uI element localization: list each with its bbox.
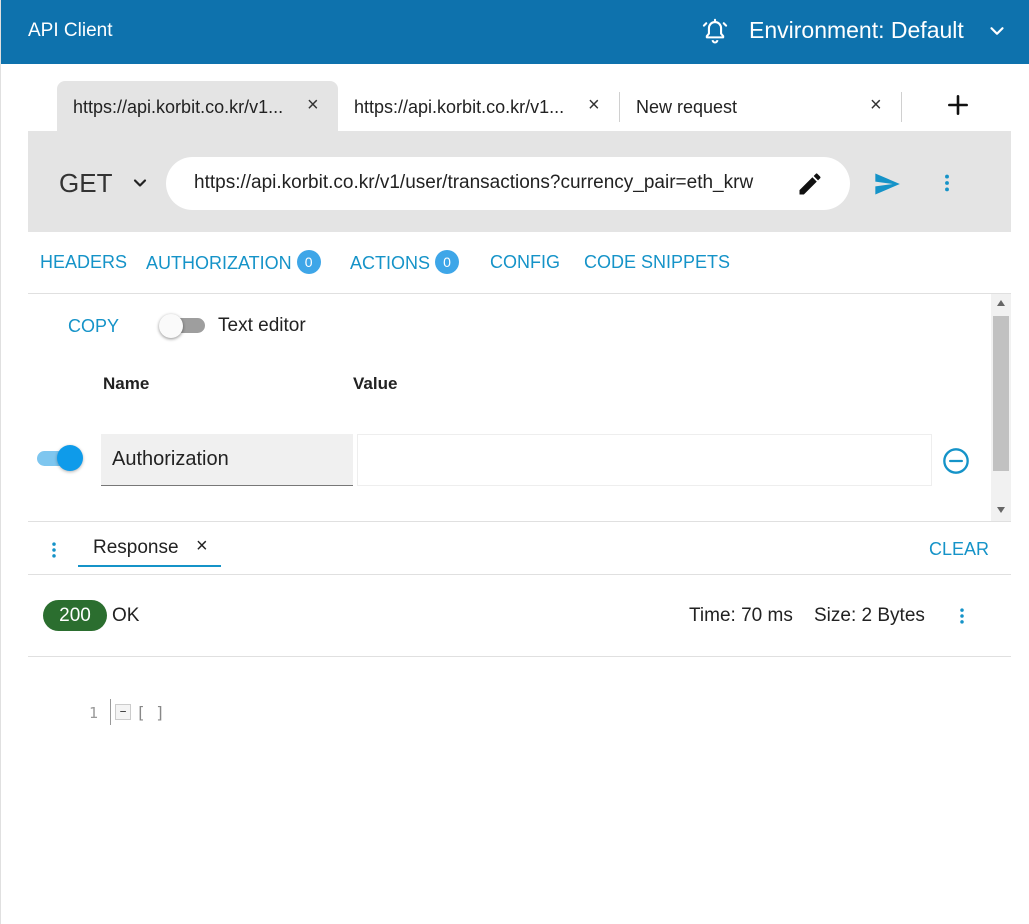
copy-button[interactable]: COPY <box>68 316 119 337</box>
request-tabs: https://api.korbit.co.kr/v1... × https:/… <box>1 64 1029 131</box>
more-vert-icon[interactable] <box>44 538 64 562</box>
tab-code-snippets-label: CODE SNIPPETS <box>584 252 731 272</box>
chevron-down-icon[interactable] <box>986 20 1008 42</box>
response-body-text: [ ] <box>136 703 165 722</box>
scrollbar-thumb[interactable] <box>993 316 1009 471</box>
pencil-icon[interactable] <box>796 170 824 198</box>
response-tabs-bar: Response × CLEAR <box>28 521 1011 575</box>
scroll-up-arrow-icon[interactable] <box>995 298 1007 308</box>
status-text: OK <box>112 605 140 626</box>
header-name-input[interactable] <box>101 434 353 486</box>
status-badge: 200 <box>43 600 107 631</box>
send-icon[interactable] <box>873 170 901 198</box>
toggle-knob <box>57 445 83 471</box>
tab-code-snippets[interactable]: CODE SNIPPETS <box>584 252 730 273</box>
clear-button[interactable]: CLEAR <box>929 539 989 560</box>
request-tab-1[interactable]: https://api.korbit.co.kr/v1... × <box>57 81 338 131</box>
request-tab-label: https://api.korbit.co.kr/v1... <box>73 97 284 117</box>
tab-config[interactable]: CONFIG <box>490 252 560 273</box>
top-app-bar: API Client Environment: Default <box>1 0 1029 64</box>
tab-actions[interactable]: ACTIONS 0 <box>350 250 460 276</box>
response-body-viewer[interactable]: 1 − [ ] <box>28 657 1011 924</box>
request-tab-label: https://api.korbit.co.kr/v1... <box>354 97 565 117</box>
text-editor-label: Text editor <box>218 315 306 336</box>
toggle-knob <box>159 314 183 338</box>
more-vert-icon[interactable] <box>936 171 958 195</box>
environment-selector[interactable]: Environment: Default <box>749 17 964 44</box>
tab-authorization-label: AUTHORIZATION <box>146 252 292 273</box>
scroll-down-arrow-icon[interactable] <box>995 505 1007 515</box>
request-bar: GET https://api.korbit.co.kr/v1/user/tra… <box>28 131 1011 232</box>
request-section-tabs: HEADERS AUTHORIZATION 0 ACTIONS 0 CONFIG C… <box>28 232 1011 294</box>
method-selector[interactable]: GET <box>59 168 112 199</box>
header-value-input[interactable] <box>357 434 932 486</box>
tab-divider <box>901 92 902 122</box>
text-editor-toggle[interactable] <box>159 314 205 338</box>
gutter-divider <box>110 699 111 725</box>
headers-editor: COPY Text editor Name Value <box>28 294 1011 521</box>
line-number: 1 <box>89 704 99 722</box>
more-vert-icon[interactable] <box>952 604 972 628</box>
count-badge: 0 <box>296 250 321 274</box>
remove-circle-icon[interactable] <box>942 447 970 475</box>
plus-icon[interactable] <box>945 92 971 118</box>
tab-response-label: Response <box>93 537 179 558</box>
column-header-name: Name <box>103 374 150 393</box>
bell-alarm-icon[interactable] <box>701 18 729 46</box>
tab-config-label: CONFIG <box>490 252 560 272</box>
fold-toggle[interactable]: − <box>115 704 131 720</box>
close-icon[interactable]: × <box>307 95 319 115</box>
app-title: API Client <box>28 20 113 41</box>
tab-headers[interactable]: HEADERS <box>40 252 127 273</box>
tab-authorization[interactable]: AUTHORIZATION 0 <box>146 250 321 276</box>
request-tab-2[interactable]: https://api.korbit.co.kr/v1... × <box>338 81 618 131</box>
url-field[interactable]: https://api.korbit.co.kr/v1/user/transac… <box>166 157 850 210</box>
chevron-down-icon[interactable] <box>130 173 150 193</box>
close-icon[interactable]: × <box>588 95 600 115</box>
response-size: Size: 2 Bytes <box>814 605 925 626</box>
api-client-app: API Client Environment: Default https://… <box>0 0 1029 924</box>
close-icon[interactable]: × <box>870 95 882 115</box>
request-tab-label: New request <box>636 97 738 117</box>
tab-headers-label: HEADERS <box>40 252 128 272</box>
response-status-row: 200 OK Time: 70 ms Size: 2 Bytes <box>28 575 1011 657</box>
tab-actions-label: ACTIONS <box>350 252 431 273</box>
count-badge: 0 <box>435 250 460 274</box>
url-text[interactable]: https://api.korbit.co.kr/v1/user/transac… <box>194 172 789 194</box>
column-header-value: Value <box>353 374 398 393</box>
request-tab-3[interactable]: New request × <box>620 81 900 131</box>
response-time: Time: 70 ms <box>689 605 793 626</box>
header-enabled-toggle[interactable] <box>37 445 85 471</box>
headers-scrollbar[interactable] <box>991 294 1011 521</box>
close-icon[interactable]: × <box>196 535 208 558</box>
tab-response[interactable]: Response × <box>78 522 221 567</box>
